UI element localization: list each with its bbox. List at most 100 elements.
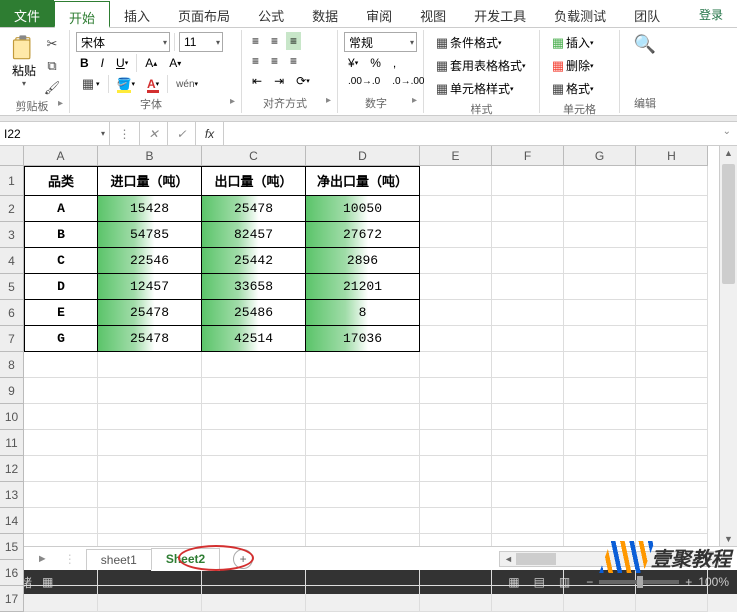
cell-A8[interactable] — [24, 352, 98, 378]
cell-E11[interactable] — [420, 430, 492, 456]
cell-C7[interactable]: 42514 — [202, 326, 306, 352]
scroll-right-icon[interactable]: ► — [701, 552, 718, 566]
increase-font-button[interactable]: A▴ — [141, 54, 161, 72]
cell-E7[interactable] — [420, 326, 492, 352]
bold-button[interactable]: B — [76, 54, 93, 72]
cell-D14[interactable] — [306, 508, 420, 534]
fill-color-button[interactable]: 🪣▾ — [113, 75, 139, 93]
font-size-combo[interactable]: 11▾ — [179, 32, 223, 52]
increase-decimal-button[interactable]: .00→.0 — [344, 74, 384, 89]
font-color-button[interactable]: A▾ — [143, 75, 163, 93]
cell-C6[interactable]: 25486 — [202, 300, 306, 326]
align-left-button[interactable]: ≡ — [248, 52, 263, 70]
cell-A10[interactable] — [24, 404, 98, 430]
cell-E13[interactable] — [420, 482, 492, 508]
cell-H3[interactable] — [636, 222, 708, 248]
paste-button[interactable]: 粘贴 ▾ — [10, 32, 38, 98]
cell-F11[interactable] — [492, 430, 564, 456]
select-all-corner[interactable] — [0, 146, 24, 166]
tab-formulas[interactable]: 公式 — [244, 0, 298, 27]
cell-C11[interactable] — [202, 430, 306, 456]
tab-loadtest[interactable]: 负载测试 — [540, 0, 620, 27]
format-as-table-button[interactable]: ▦套用表格格式▾ — [430, 55, 530, 76]
cell-F10[interactable] — [492, 404, 564, 430]
cell-G9[interactable] — [564, 378, 636, 404]
cell-B14[interactable] — [98, 508, 202, 534]
cell-styles-button[interactable]: ▦单元格样式▾ — [430, 78, 518, 99]
cell-H17[interactable] — [636, 586, 708, 612]
cell-F9[interactable] — [492, 378, 564, 404]
row-header-2[interactable]: 2 — [0, 196, 24, 222]
col-header-H[interactable]: H — [636, 146, 708, 166]
cell-G10[interactable] — [564, 404, 636, 430]
cell-F3[interactable] — [492, 222, 564, 248]
cell-C1[interactable]: 出口量（吨） — [202, 166, 306, 196]
cell-F8[interactable] — [492, 352, 564, 378]
delete-cells-button[interactable]: ▦删除▾ — [546, 55, 598, 76]
row-header-11[interactable]: 11 — [0, 430, 24, 456]
row-header-5[interactable]: 5 — [0, 274, 24, 300]
row-header-17[interactable]: 17 — [0, 586, 24, 612]
align-launcher[interactable]: ▸ — [326, 95, 331, 106]
font-launcher[interactable]: ▸ — [230, 96, 235, 107]
row-header-6[interactable]: 6 — [0, 300, 24, 326]
cell-D2[interactable]: 10050 — [306, 196, 420, 222]
cell-B5[interactable]: 12457 — [98, 274, 202, 300]
cell-G5[interactable] — [564, 274, 636, 300]
conditional-format-button[interactable]: ▦条件格式▾ — [430, 32, 506, 53]
cell-F17[interactable] — [492, 586, 564, 612]
cell-A6[interactable]: E — [24, 300, 98, 326]
cell-E8[interactable] — [420, 352, 492, 378]
cell-H13[interactable] — [636, 482, 708, 508]
cell-G4[interactable] — [564, 248, 636, 274]
number-launcher[interactable]: ▸ — [412, 95, 417, 106]
cell-A3[interactable]: B — [24, 222, 98, 248]
tab-insert[interactable]: 插入 — [110, 0, 164, 27]
cell-C13[interactable] — [202, 482, 306, 508]
row-header-16[interactable]: 16 — [0, 560, 24, 586]
orientation-button[interactable]: ⟳▾ — [292, 72, 314, 90]
cell-B10[interactable] — [98, 404, 202, 430]
number-format-combo[interactable]: 常规▾ — [344, 32, 417, 52]
cell-E14[interactable] — [420, 508, 492, 534]
tab-home[interactable]: 开始 — [54, 1, 110, 28]
cell-B12[interactable] — [98, 456, 202, 482]
cell-F12[interactable] — [492, 456, 564, 482]
tab-page-layout[interactable]: 页面布局 — [164, 0, 244, 27]
decrease-font-button[interactable]: A▾ — [165, 54, 185, 72]
name-box-dropdown[interactable]: ▾ — [101, 129, 105, 138]
cell-H8[interactable] — [636, 352, 708, 378]
cell-G14[interactable] — [564, 508, 636, 534]
cell-A4[interactable]: C — [24, 248, 98, 274]
cell-B8[interactable] — [98, 352, 202, 378]
hscroll-thumb[interactable] — [516, 553, 556, 565]
cell-F7[interactable] — [492, 326, 564, 352]
cell-A1[interactable]: 品类 — [24, 166, 98, 196]
tab-data[interactable]: 数据 — [298, 0, 352, 27]
cell-A17[interactable] — [24, 586, 98, 612]
cell-E17[interactable] — [420, 586, 492, 612]
percent-button[interactable]: % — [366, 54, 385, 72]
cell-H7[interactable] — [636, 326, 708, 352]
cell-F2[interactable] — [492, 196, 564, 222]
cell-C8[interactable] — [202, 352, 306, 378]
cell-G17[interactable] — [564, 586, 636, 612]
cell-H11[interactable] — [636, 430, 708, 456]
cell-D7[interactable]: 17036 — [306, 326, 420, 352]
cut-button[interactable]: ✂ — [40, 34, 64, 54]
cell-D12[interactable] — [306, 456, 420, 482]
cell-C3[interactable]: 82457 — [202, 222, 306, 248]
cell-H2[interactable] — [636, 196, 708, 222]
cell-D8[interactable] — [306, 352, 420, 378]
row-header-7[interactable]: 7 — [0, 326, 24, 352]
row-header-10[interactable]: 10 — [0, 404, 24, 430]
enter-formula-button[interactable]: ✓ — [168, 122, 196, 145]
cell-C14[interactable] — [202, 508, 306, 534]
cell-D6[interactable]: 8 — [306, 300, 420, 326]
cell-C5[interactable]: 33658 — [202, 274, 306, 300]
cell-B3[interactable]: 54785 — [98, 222, 202, 248]
underline-button[interactable]: U▾ — [112, 54, 132, 72]
phonetic-button[interactable]: wén▾ — [172, 77, 202, 92]
cell-E12[interactable] — [420, 456, 492, 482]
decrease-decimal-button[interactable]: .0→.00 — [388, 74, 428, 89]
